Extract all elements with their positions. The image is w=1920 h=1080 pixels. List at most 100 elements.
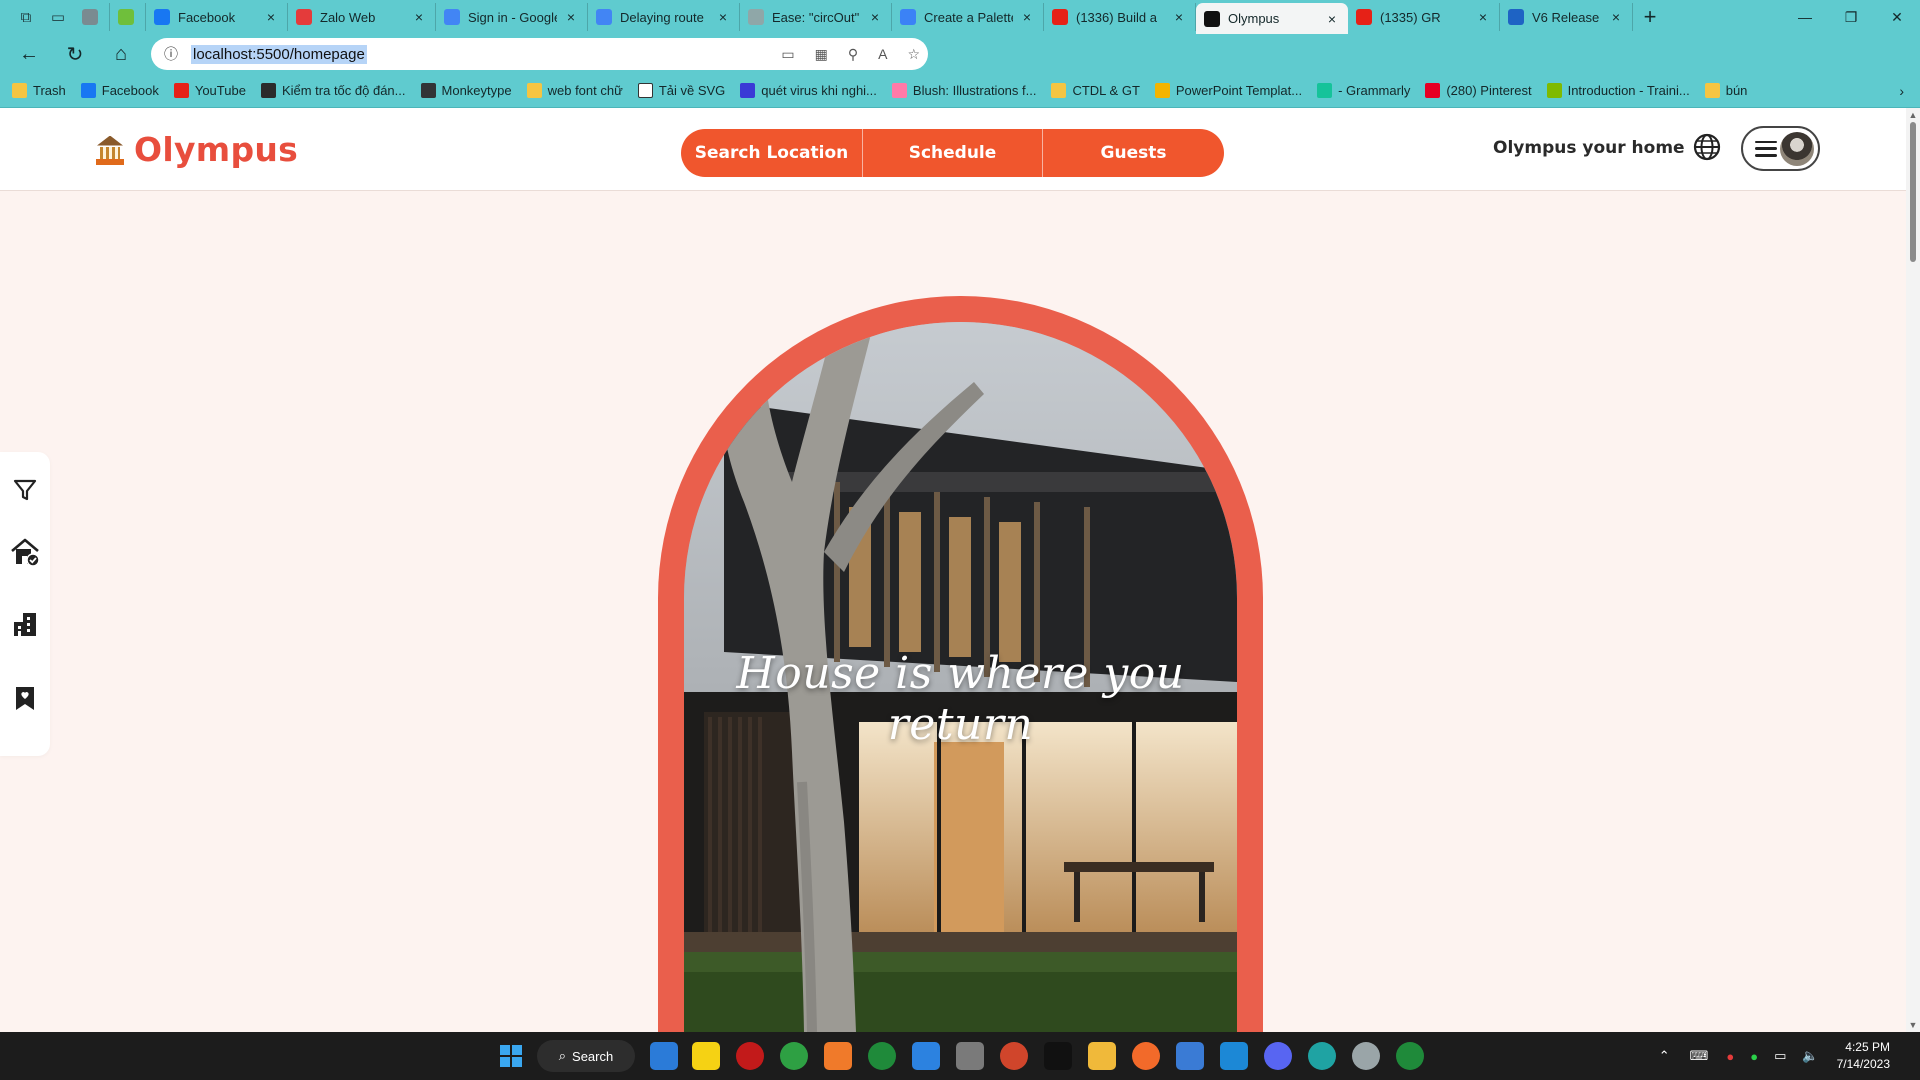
building-icon[interactable] (11, 610, 39, 638)
tab-close-icon[interactable]: × (1171, 9, 1187, 25)
read-aloud-icon[interactable]: A (878, 46, 887, 62)
bookmark-item[interactable]: Introduction - Traini... (1546, 83, 1690, 98)
site-logo[interactable]: Olympus (92, 130, 298, 169)
bookmark-folder[interactable]: bún (1704, 83, 1747, 98)
url-text[interactable]: localhost:5500/homepage (191, 44, 367, 64)
refresh-icon[interactable]: ↻ (52, 34, 98, 74)
taskbar-evernote-icon[interactable] (780, 1042, 808, 1070)
tab-close-icon[interactable]: × (1475, 9, 1491, 25)
tray-keyboard-icon[interactable]: ⌨ (1690, 1048, 1709, 1064)
bookmark-heart-icon[interactable] (11, 684, 39, 712)
new-tab-button[interactable]: + (1633, 0, 1667, 34)
taskbar-todo-icon[interactable] (912, 1042, 940, 1070)
bookmark-folder[interactable]: web font chữ (526, 83, 623, 98)
taskbar-app-store-icon[interactable] (650, 1042, 678, 1070)
clock[interactable]: 4:25 PM 7/14/2023 (1837, 1039, 1890, 1073)
user-menu-button[interactable] (1741, 126, 1820, 171)
taskbar-photos-icon[interactable] (1176, 1042, 1204, 1070)
bookmark-item[interactable]: PowerPoint Templat... (1154, 83, 1302, 98)
tab-close-icon[interactable]: × (1324, 11, 1340, 27)
scroll-up-icon[interactable]: ▲ (1908, 110, 1918, 120)
browser-tab[interactable]: Zalo Web × (288, 3, 436, 31)
close-window-icon[interactable]: ✕ (1874, 0, 1920, 34)
bookmark-folder[interactable]: Trash (12, 83, 66, 98)
tab-close-icon[interactable]: × (867, 9, 883, 25)
key-icon[interactable]: ⚲ (848, 46, 858, 63)
browser-tab[interactable]: Create a Palette × (892, 3, 1044, 31)
globe-icon[interactable] (1692, 132, 1722, 162)
bookmark-item[interactable]: - Grammarly (1317, 83, 1410, 98)
taskbar-search-button[interactable]: ⌕ Search (537, 1040, 635, 1072)
taskbar-edge-icon[interactable] (1308, 1042, 1336, 1070)
tray-chevron-icon[interactable]: ⌃ (1659, 1048, 1670, 1064)
tray-app-icon[interactable]: ● (1750, 1049, 1758, 1064)
browser-tab[interactable]: (1335) GR × (1348, 3, 1500, 31)
back-icon[interactable]: ← (6, 34, 52, 74)
scroll-thumb[interactable] (1910, 122, 1916, 262)
browser-tab[interactable]: V6 Release No × (1500, 3, 1633, 31)
browser-tab[interactable] (110, 3, 146, 31)
taskbar-github-icon[interactable] (1352, 1042, 1380, 1070)
browser-tab[interactable]: Facebook × (146, 3, 288, 31)
taskbar-postman-icon[interactable] (1132, 1042, 1160, 1070)
tab-close-icon[interactable]: × (263, 9, 279, 25)
bookmark-item[interactable]: Monkeytype (420, 83, 512, 98)
bookmark-item[interactable]: YouTube (173, 83, 246, 98)
network-icon[interactable]: ▭ (1774, 1048, 1786, 1064)
scroll-down-icon[interactable]: ▼ (1908, 1020, 1918, 1030)
site-info-icon[interactable]: ⓘ (151, 44, 191, 64)
bookmarks-overflow-icon[interactable]: › (1899, 83, 1904, 99)
bookmark-item[interactable]: quét virus khi nghi... (740, 83, 877, 98)
tab-actions-icon[interactable]: ▭ (42, 0, 74, 34)
favorite-star-icon[interactable]: ☆ (907, 46, 920, 63)
browser-tab[interactable]: (1336) Build a × (1044, 3, 1196, 31)
taskbar-vscode-icon[interactable] (1220, 1042, 1248, 1070)
taskbar-file-explorer-icon[interactable] (1088, 1042, 1116, 1070)
taskbar-discord-icon[interactable] (1264, 1042, 1292, 1070)
tab-active[interactable]: Olympus × (1196, 3, 1348, 34)
tab-close-icon[interactable]: × (563, 9, 579, 25)
clock-date: 7/14/2023 (1836, 1057, 1890, 1071)
schedule-button[interactable]: Schedule (863, 129, 1043, 177)
filter-icon[interactable] (11, 476, 39, 504)
page-scrollbar[interactable]: ▲ ▼ (1906, 108, 1920, 1032)
home-check-icon[interactable] (9, 536, 41, 568)
tab-close-icon[interactable]: × (715, 9, 731, 25)
bookmark-item[interactable]: Blush: Illustrations f... (891, 83, 1036, 98)
taskbar-hs2-icon[interactable] (1396, 1042, 1424, 1070)
browser-tab[interactable] (74, 3, 110, 31)
volume-icon[interactable]: 🔈 (1802, 1048, 1818, 1064)
tab-close-icon[interactable]: × (411, 9, 427, 25)
home-icon[interactable]: ⌂ (98, 34, 144, 74)
taskbar-ryzen-icon[interactable] (1044, 1042, 1072, 1070)
browser-tab[interactable]: Delaying route × (588, 3, 740, 31)
tab-close-icon[interactable]: × (1608, 9, 1624, 25)
guests-button[interactable]: Guests (1043, 129, 1224, 177)
cast-icon[interactable]: ▭ (781, 46, 794, 63)
host-link[interactable]: Olympus your home (1493, 138, 1685, 158)
bookmark-favicon-icon (891, 83, 907, 98)
tab-close-icon[interactable]: × (1019, 9, 1035, 25)
bookmark-folder[interactable]: CTDL & GT (1051, 83, 1140, 98)
minimize-icon[interactable]: — (1782, 0, 1828, 34)
taskbar-powerpoint-icon[interactable] (1000, 1042, 1028, 1070)
taskbar-game-icon[interactable] (736, 1042, 764, 1070)
workspaces-icon[interactable]: ⧉ (10, 0, 42, 34)
tray-record-icon[interactable]: ● (1726, 1049, 1734, 1064)
browser-tab[interactable]: Ease: "circOut" × (740, 3, 892, 31)
address-input[interactable]: ⓘ localhost:5500/homepage ▭ ▦ ⚲ A ☆ (151, 38, 928, 70)
bookmark-item[interactable]: Tải về SVG (637, 83, 725, 98)
taskbar-hs-icon[interactable] (868, 1042, 896, 1070)
taskbar-sticky-notes-icon[interactable] (692, 1042, 720, 1070)
tab-favicon-icon (900, 9, 916, 25)
windows-start-icon[interactable] (500, 1045, 522, 1067)
bookmark-item[interactable]: (280) Pinterest (1425, 83, 1532, 98)
browser-tab[interactable]: Sign in - Google × (436, 3, 588, 31)
apps-icon[interactable]: ▦ (815, 46, 828, 63)
search-location-button[interactable]: Search Location (681, 129, 863, 177)
bookmark-item[interactable]: Kiểm tra tốc độ đán... (260, 83, 406, 98)
bookmark-item[interactable]: Facebook (80, 83, 159, 98)
taskbar-mic-icon[interactable] (956, 1042, 984, 1070)
taskbar-xampp-icon[interactable] (824, 1042, 852, 1070)
restore-icon[interactable]: ❐ (1828, 0, 1874, 34)
